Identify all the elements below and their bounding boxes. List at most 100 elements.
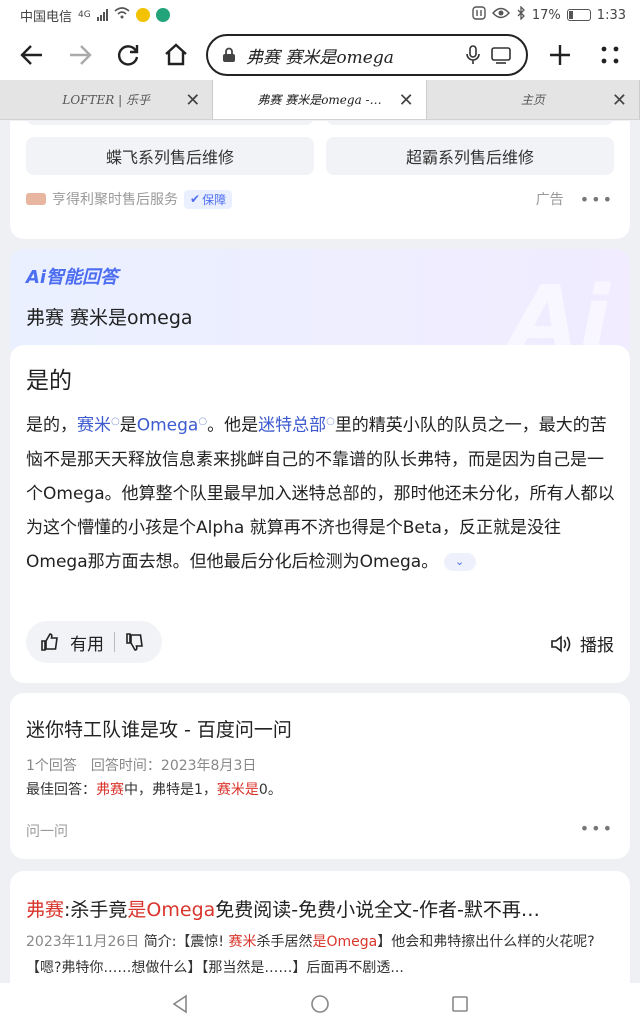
tab-lofter[interactable]: LOFTER | 乐乎 ✕ [0,80,214,119]
entity-link[interactable]: 迷特总部 [258,416,326,436]
read-aloud-button[interactable]: 播报 [550,631,614,656]
new-tab-button[interactable] [536,31,584,79]
snippet-highlight: 赛米是 [216,782,259,798]
address-bar[interactable]: 弗赛 赛米是omega [206,34,528,76]
ad-link-top-right[interactable] [326,121,614,125]
snippet-highlight: 赛米 [228,934,257,950]
result-source[interactable]: 问一问 [26,821,68,841]
speaker-icon [551,634,571,653]
badge-label: 保障 [202,192,227,207]
result-title[interactable]: 迷你特工队谁是攻 - 百度问一问 [26,715,616,742]
snippet-segment: 简介:【震惊! [143,934,229,950]
ad-link-button[interactable]: 超霸系列售后维修 [326,137,614,175]
lock-icon [223,47,235,62]
search-results: 蝶飞系列售后维修 超霸系列售后维修 亨得利聚时售后服务 ✔ 保障 广告 ••• … [0,121,640,983]
brand-logo-icon [26,193,46,205]
more-icon[interactable]: ••• [580,190,614,209]
result-date: 2023年11月26日 [26,934,140,950]
answer-segment: 里的精英小队的队员之一，最大的苦恼不是那天天释放信息素来挑衅自己的不靠谱的队长弗… [26,415,615,572]
wifi-icon [114,7,130,23]
carrier-label: 中国电信 [20,9,73,25]
snippet-segment: 最佳回答： [26,782,96,798]
chat-notification-icon [155,8,170,22]
tab-label: 主页 [520,93,545,107]
title-segment: 免费阅读-免费小说全文-作者-默不再… [215,899,540,921]
ad-label: 广告 [535,192,564,208]
ad-link-button[interactable]: 蝶飞系列售后维修 [26,137,314,175]
tab-label: LOFTER | 乐乎 [62,93,150,107]
ad-link-label: 蝶飞系列售后维修 [105,148,234,167]
network-label: 4G [78,10,91,20]
entity-link[interactable]: Omega [137,416,199,436]
home-icon [165,43,187,66]
nfc-icon [472,6,486,24]
guarantee-badge: ✔ 保障 [184,189,233,209]
browser-toolbar: 弗赛 赛米是omega [0,30,640,80]
answer-segment: 。他是 [207,415,259,436]
reader-mode-icon[interactable] [490,46,512,64]
expand-button[interactable]: ⌄ [443,552,476,571]
ai-answer-card: 是的 是的，赛米○是Omega○。他是迷特总部○里的精英小队的队员之一，最大的苦… [10,345,630,683]
snippet-segment: 杀手居然 [256,934,313,950]
thumbs-down-icon[interactable] [125,632,145,652]
menu-button[interactable] [586,31,634,79]
ai-question: 弗赛 赛米是omega [26,307,193,329]
reload-button[interactable] [104,31,152,79]
close-icon[interactable]: ✕ [399,90,414,111]
reload-icon [117,45,139,66]
search-icon[interactable]: ○ [326,416,335,427]
answer-text: 是的，赛米○是Omega○。他是迷特总部○里的精英小队的队员之一，最大的苦恼不是… [26,405,616,579]
recents-square-icon[interactable] [449,993,471,1015]
thumbs-up-icon[interactable] [40,632,60,652]
forward-button[interactable] [56,31,104,79]
search-icon[interactable]: ○ [198,416,207,427]
ad-card: 蝶飞系列售后维修 超霸系列售后维修 亨得利聚时售后服务 ✔ 保障 广告 ••• [10,121,630,239]
close-icon[interactable]: ✕ [612,90,627,111]
answer-title: 是的 [26,368,72,394]
answer-segment: 是的， [26,415,77,436]
home-button[interactable] [152,31,200,79]
clock: 1:33 [596,7,626,23]
arrow-left-icon [20,45,42,65]
answer-segment: 是 [119,415,137,436]
more-icon[interactable]: ••• [580,819,614,838]
tab-label: 弗赛 赛米是omega -… [257,93,382,107]
title-highlight: 弗赛 [26,899,65,921]
arrow-right-icon [70,45,92,65]
tab-home[interactable]: 主页 ✕ [427,80,640,119]
ad-link-label: 超霸系列售后维修 [405,148,534,167]
microphone-icon[interactable] [466,45,480,65]
check-icon: ✔ [190,192,201,206]
entity-link[interactable]: 赛米 [77,416,111,436]
battery-icon [566,9,591,21]
close-icon[interactable]: ✕ [185,90,200,111]
ad-source-row: 亨得利聚时售后服务 ✔ 保障 广告 ••• [26,187,614,211]
snippet-segment: 0。 [258,782,282,798]
status-bar: 中国电信 4G 17% 1:33 [0,0,640,30]
snippet-highlight: 是Omega [312,934,378,950]
url-text[interactable]: 弗赛 赛米是omega [246,43,456,68]
ad-link-top-left[interactable] [26,121,314,125]
result-card[interactable]: 迷你特工队谁是攻 - 百度问一问 1个回答 回答时间：2023年8月3日 最佳回… [10,693,630,859]
result-snippet: 最佳回答：弗赛中，弗特是1，赛米是0。 [26,777,616,803]
result-title[interactable]: 弗赛:杀手竟是Omega免费阅读-免费小说全文-作者-默不再… [26,895,616,922]
ai-answer-header: Ai Ai智能回答 弗赛 赛米是omega [10,249,630,349]
snippet-highlight: 弗赛 [96,782,124,798]
dots-grid-icon [601,46,619,64]
ai-watermark-icon: Ai [509,267,610,349]
signal-icon [96,9,108,21]
tab-search[interactable]: 弗赛 赛米是omega -… ✕ [213,80,427,119]
back-button[interactable] [8,31,56,79]
useful-label[interactable]: 有用 [70,630,104,655]
search-icon[interactable]: ○ [111,416,120,427]
snippet-segment: 中，弗特是1， [124,782,217,798]
result-card[interactable]: 弗赛:杀手竟是Omega免费阅读-免费小说全文-作者-默不再… 2023年11月… [10,871,630,983]
title-segment: :杀手竟 [64,899,128,921]
back-triangle-icon[interactable] [169,993,191,1015]
ad-source[interactable]: 亨得利聚时售后服务 [52,189,178,209]
app-notification-icon [135,8,150,22]
ai-logo: Ai智能回答 [26,267,119,288]
system-nav-bar [0,983,640,1024]
plus-icon [550,45,570,65]
home-circle-icon[interactable] [309,993,331,1015]
